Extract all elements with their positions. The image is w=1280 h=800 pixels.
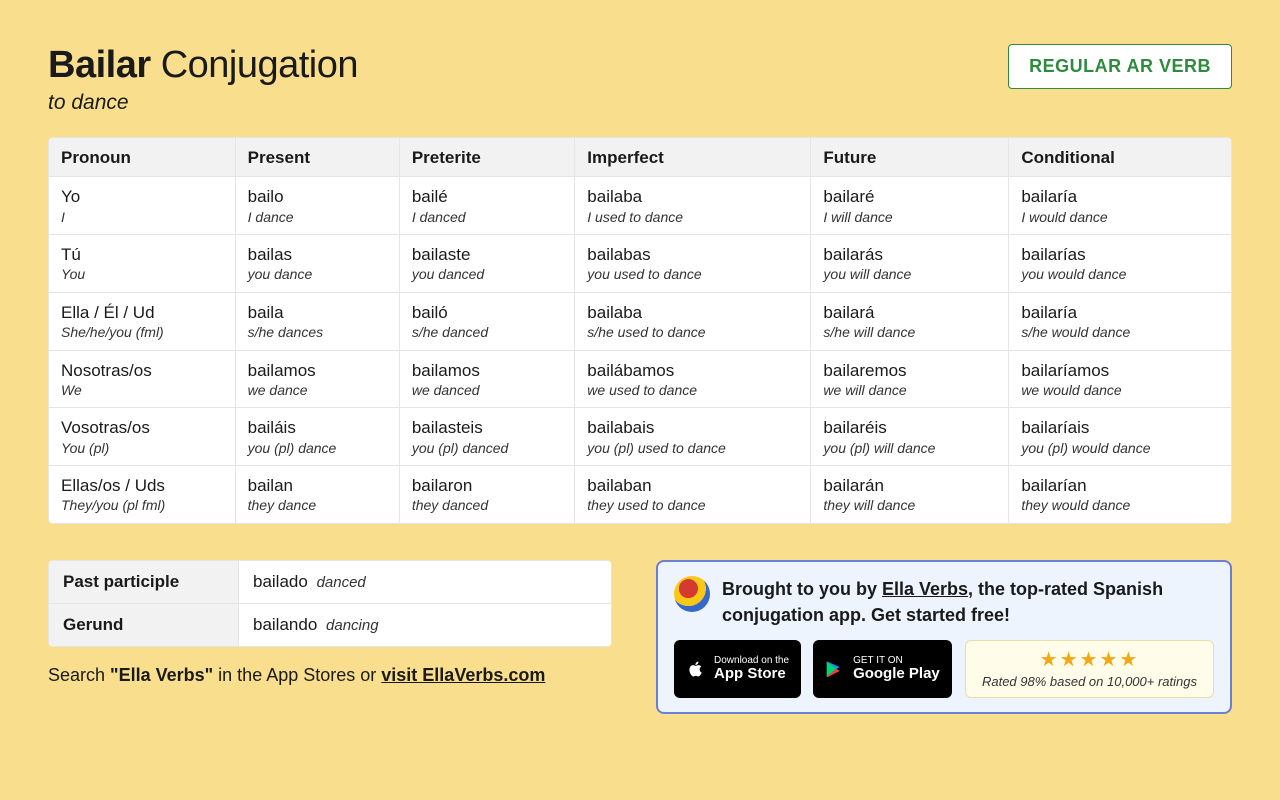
- ellaverbs-link[interactable]: visit EllaVerbs.com: [381, 665, 545, 685]
- conjugation-cell: bailaréI will dance: [811, 177, 1009, 235]
- pronoun-cell: TúYou: [49, 235, 236, 293]
- conjugation-cell: bailabasyou used to dance: [575, 235, 811, 293]
- conjugation-cell: bailaríamoswe would dance: [1009, 350, 1232, 408]
- title-suffix: Conjugation: [161, 44, 358, 86]
- app-store-button[interactable]: Download on theApp Store: [674, 640, 801, 698]
- play-icon: [823, 658, 845, 680]
- table-row: Nosotras/osWebailamoswe dancebailamoswe …: [49, 350, 1232, 408]
- table-row: YoIbailoI dancebailéI dancedbailabaI use…: [49, 177, 1232, 235]
- pronoun-cell: Vosotras/osYou (pl): [49, 408, 236, 466]
- table-row: TúYoubailasyou dancebailasteyou dancedba…: [49, 235, 1232, 293]
- table-row: Vosotras/osYou (pl)bailáisyou (pl) dance…: [49, 408, 1232, 466]
- search-instruction: Search "Ella Verbs" in the App Stores or…: [48, 665, 612, 686]
- star-icons: ★★★★★: [982, 647, 1197, 672]
- rating-text: Rated 98% based on 10,000+ ratings: [982, 674, 1197, 689]
- conjugation-cell: bailarásyou will dance: [811, 235, 1009, 293]
- conjugation-cell: bailamoswe danced: [399, 350, 574, 408]
- pronoun-cell: Ellas/os / UdsThey/you (pl fml): [49, 466, 236, 524]
- form-row: Gerundbailando dancing: [49, 603, 612, 646]
- promo-text: Brought to you by Ella Verbs, the top-ra…: [722, 576, 1214, 628]
- conjugation-cell: bailaronthey danced: [399, 466, 574, 524]
- table-row: Ella / Él / UdShe/he/you (fml)bailas/he …: [49, 292, 1232, 350]
- column-header: Conditional: [1009, 138, 1232, 177]
- apple-icon: [684, 658, 706, 680]
- pronoun-cell: YoI: [49, 177, 236, 235]
- conjugation-cell: bailabaisyou (pl) used to dance: [575, 408, 811, 466]
- column-header: Imperfect: [575, 138, 811, 177]
- form-label: Gerund: [49, 603, 239, 646]
- conjugation-cell: bailaríasyou would dance: [1009, 235, 1232, 293]
- verb-type-badge: REGULAR AR VERB: [1008, 44, 1232, 89]
- ella-verbs-link[interactable]: Ella Verbs: [882, 579, 968, 599]
- pronoun-cell: Ella / Él / UdShe/he/you (fml): [49, 292, 236, 350]
- form-label: Past participle: [49, 560, 239, 603]
- verb-name: Bailar: [48, 44, 151, 86]
- conjugation-cell: bailarás/he will dance: [811, 292, 1009, 350]
- form-value: bailando dancing: [239, 603, 612, 646]
- conjugation-cell: bailabas/he used to dance: [575, 292, 811, 350]
- conjugation-cell: bailasteisyou (pl) danced: [399, 408, 574, 466]
- conjugation-cell: bailáisyou (pl) dance: [235, 408, 399, 466]
- conjugation-cell: bailaremoswe will dance: [811, 350, 1009, 408]
- conjugation-cell: bailabanthey used to dance: [575, 466, 811, 524]
- page-title: Bailar Conjugation: [48, 44, 358, 87]
- conjugation-cell: bailabaI used to dance: [575, 177, 811, 235]
- form-value: bailado danced: [239, 560, 612, 603]
- form-row: Past participlebailado danced: [49, 560, 612, 603]
- conjugation-cell: bailéI danced: [399, 177, 574, 235]
- conjugation-cell: bailasyou dance: [235, 235, 399, 293]
- conjugation-cell: bailaránthey will dance: [811, 466, 1009, 524]
- column-header: Present: [235, 138, 399, 177]
- page-title-block: Bailar Conjugation to dance: [48, 44, 358, 115]
- verb-forms-table: Past participlebailado dancedGerundbaila…: [48, 560, 612, 647]
- conjugation-cell: bailaréisyou (pl) will dance: [811, 408, 1009, 466]
- conjugation-cell: bailós/he danced: [399, 292, 574, 350]
- conjugation-cell: bailaríanthey would dance: [1009, 466, 1232, 524]
- table-row: Ellas/os / UdsThey/you (pl fml)bailanthe…: [49, 466, 1232, 524]
- conjugation-table: PronounPresentPreteriteImperfectFutureCo…: [48, 137, 1232, 524]
- column-header: Future: [811, 138, 1009, 177]
- conjugation-cell: bailábamoswe used to dance: [575, 350, 811, 408]
- pronoun-cell: Nosotras/osWe: [49, 350, 236, 408]
- promo-box: Brought to you by Ella Verbs, the top-ra…: [656, 560, 1232, 714]
- column-header: Preterite: [399, 138, 574, 177]
- conjugation-cell: bailarías/he would dance: [1009, 292, 1232, 350]
- google-play-button[interactable]: GET IT ONGoogle Play: [813, 640, 952, 698]
- conjugation-cell: bailoI dance: [235, 177, 399, 235]
- rating-box: ★★★★★ Rated 98% based on 10,000+ ratings: [965, 640, 1214, 698]
- conjugation-cell: bailaríaisyou (pl) would dance: [1009, 408, 1232, 466]
- app-icon: [674, 576, 710, 612]
- verb-meaning: to dance: [48, 91, 358, 115]
- column-header: Pronoun: [49, 138, 236, 177]
- conjugation-cell: bailamoswe dance: [235, 350, 399, 408]
- conjugation-cell: bailanthey dance: [235, 466, 399, 524]
- conjugation-cell: bailasteyou danced: [399, 235, 574, 293]
- conjugation-cell: bailas/he dances: [235, 292, 399, 350]
- conjugation-cell: bailaríaI would dance: [1009, 177, 1232, 235]
